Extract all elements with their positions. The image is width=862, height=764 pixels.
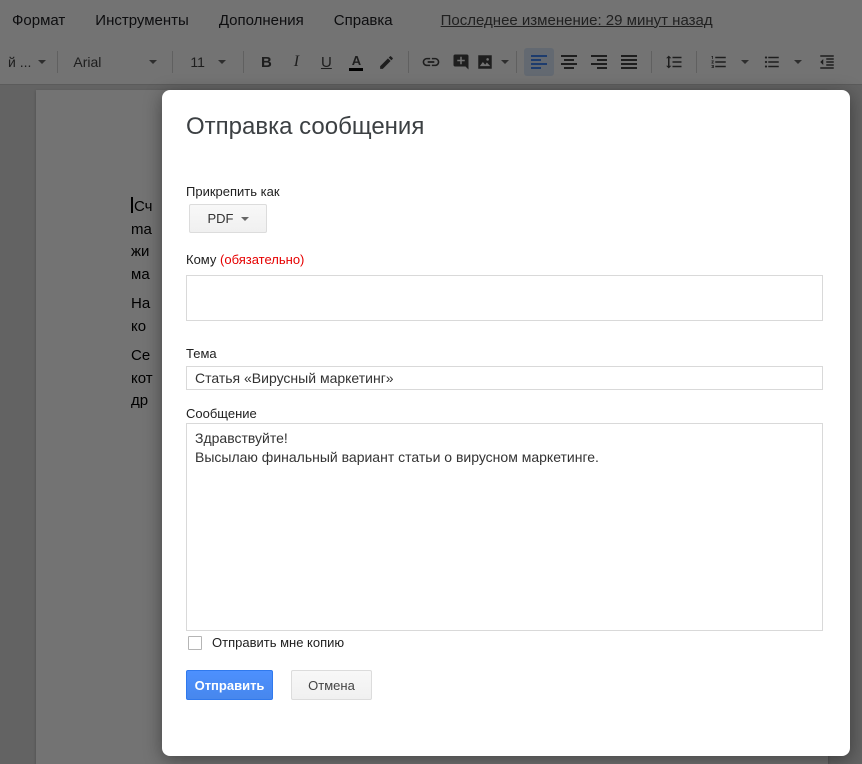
message-textarea[interactable]: Здравствуйте! Высылаю финальный вариант … <box>186 423 823 631</box>
to-label: Кому (обязательно) <box>186 252 305 267</box>
required-note: (обязательно) <box>220 252 305 267</box>
email-dialog: Отправка сообщения Прикрепить как PDF Ко… <box>162 90 850 756</box>
attach-format-value: PDF <box>207 211 234 226</box>
message-label: Сообщение <box>186 406 257 421</box>
google-docs-screen: Формат Инструменты Дополнения Справка По… <box>0 0 862 764</box>
to-input[interactable] <box>186 275 823 321</box>
dialog-title: Отправка сообщения <box>186 113 425 140</box>
subject-input[interactable] <box>186 366 823 390</box>
send-copy-label: Отправить мне копию <box>212 635 345 650</box>
attach-format-dropdown[interactable]: PDF <box>189 204 267 233</box>
subject-label: Тема <box>186 346 217 361</box>
chevron-down-icon <box>240 216 249 221</box>
attach-as-label: Прикрепить как <box>186 184 280 199</box>
send-copy-row: Отправить мне копию <box>188 635 344 650</box>
cancel-button[interactable]: Отмена <box>291 670 372 700</box>
send-button[interactable]: Отправить <box>186 670 273 700</box>
send-copy-checkbox[interactable] <box>188 635 202 650</box>
